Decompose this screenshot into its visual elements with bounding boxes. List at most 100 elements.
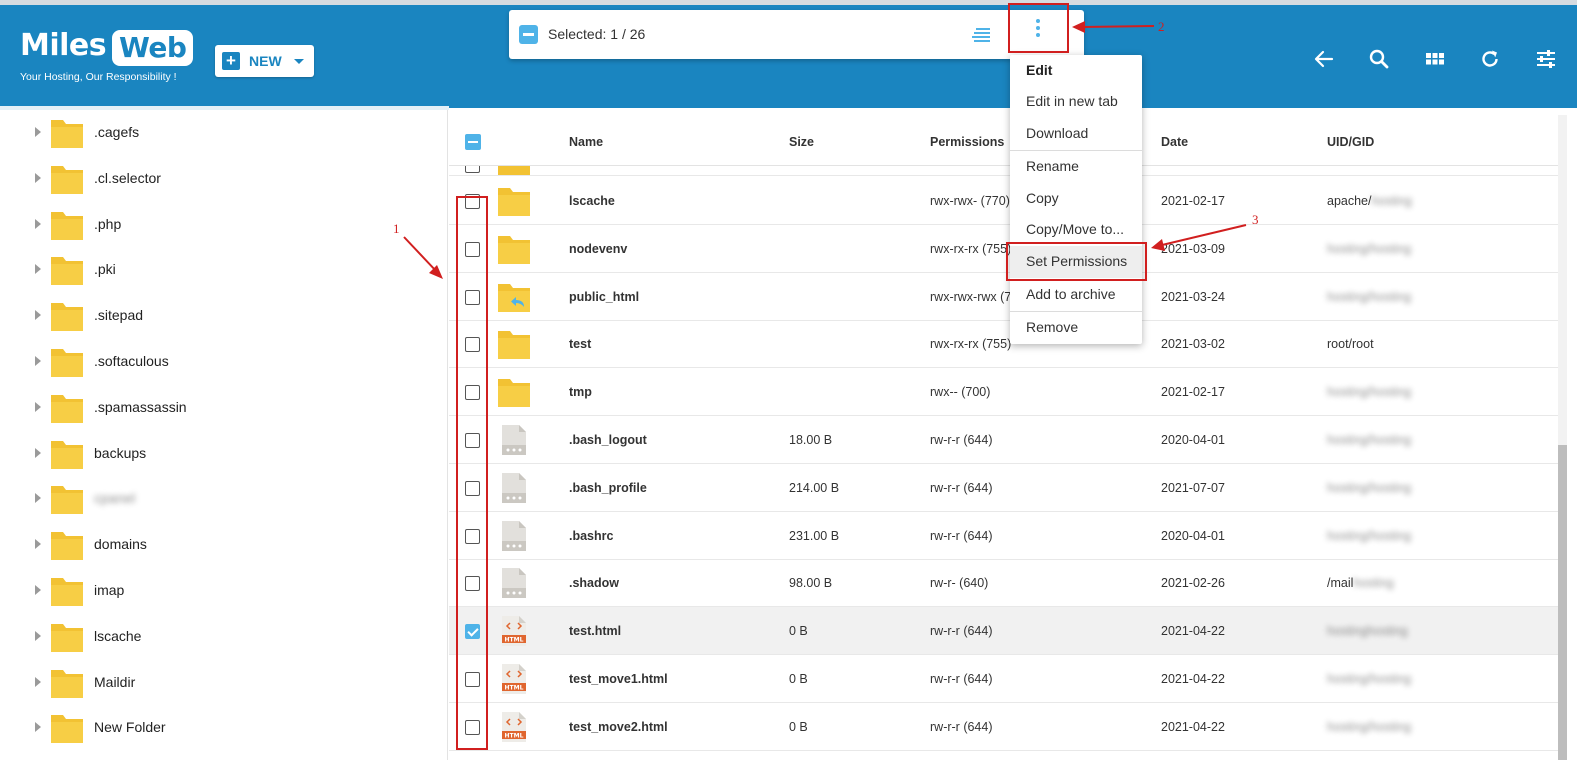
- context-menu: Edit Edit in new tab Download Rename Cop…: [1010, 55, 1142, 344]
- file-date: 2021-02-26: [1161, 576, 1225, 591]
- expand-arrow-icon[interactable]: [35, 172, 41, 183]
- list-scrollbar[interactable]: [1558, 115, 1567, 760]
- tree-folder-label: backups: [94, 444, 147, 461]
- file-permissions: rw-r- (640): [930, 576, 989, 591]
- menu-item-edit[interactable]: Edit: [1010, 55, 1142, 87]
- back-arrow-icon[interactable]: [1312, 47, 1336, 71]
- folder-icon: [51, 165, 83, 194]
- file-date: 2021-07-07: [1161, 480, 1225, 495]
- menu-item-add-to-archive[interactable]: Add to archive: [1010, 279, 1142, 311]
- scrollbar-thumb[interactable]: [1558, 445, 1567, 760]
- file-row[interactable]: tmp rwx-- (700) 2021-02-17 hosting/hosting: [449, 368, 1565, 417]
- file-row[interactable]: HTML test_move1.html 0 B rw-r-r (644) 2021-0…: [449, 655, 1565, 703]
- tree-folder-item[interactable]: domains: [0, 522, 447, 568]
- menu-item-label: Copy/Move to...: [1026, 221, 1125, 237]
- file-row[interactable]: HTML test_move2.html 0 B rw-r-r (644) 2021-0…: [449, 703, 1565, 751]
- expand-arrow-icon[interactable]: [35, 447, 41, 458]
- menu-item-edit-new-tab[interactable]: Edit in new tab: [1010, 86, 1142, 118]
- tree-folder-label: cpanel: [94, 490, 136, 507]
- menu-item-remove[interactable]: Remove: [1010, 312, 1142, 344]
- tree-folder-label: lscache: [94, 627, 142, 644]
- partial-row-above: [449, 166, 1565, 176]
- tree-folder-item[interactable]: cpanel: [0, 476, 447, 522]
- folder-icon: [51, 532, 83, 561]
- deselect-all-checkbox[interactable]: [519, 25, 538, 44]
- app-header: Miles Web Your Hosting, Our Responsibili…: [0, 5, 1577, 108]
- tree-folder-item[interactable]: .php: [0, 202, 447, 248]
- uid-redacted: hosting/hosting: [1327, 719, 1412, 734]
- menu-item-rename[interactable]: Rename: [1010, 151, 1142, 183]
- tree-folder-item[interactable]: .pki: [0, 247, 447, 293]
- expand-arrow-icon[interactable]: [35, 722, 41, 733]
- expand-arrow-icon[interactable]: [35, 676, 41, 687]
- expand-arrow-icon[interactable]: [35, 401, 41, 412]
- plus-icon: +: [222, 52, 240, 70]
- annotation-number-1: 1: [393, 221, 400, 236]
- refresh-icon[interactable]: [1478, 47, 1502, 71]
- column-size[interactable]: Size: [789, 135, 814, 149]
- file-row[interactable]: .bashrc 231.00 B rw-r-r (644) 2020-04-01 hos…: [449, 512, 1565, 560]
- file-row[interactable]: .shadow 98.00 B rw-r- (640) 2021-02-26/mail…: [449, 559, 1565, 608]
- folder-icon: [51, 715, 83, 744]
- file-row[interactable]: test rwx-rx-rx (755) 2021-03-02 root/root: [449, 320, 1565, 369]
- file-size: 0 B: [789, 672, 808, 686]
- folder-icon: [51, 303, 83, 332]
- select-all-checkbox[interactable]: [465, 134, 481, 150]
- tree-folder-label: .php: [94, 215, 122, 232]
- file-uid-gid: hosting/hosting: [1327, 481, 1411, 495]
- tree-folder-item[interactable]: .spamassassin: [0, 385, 447, 431]
- column-uid-gid[interactable]: UID/GID: [1327, 135, 1374, 149]
- file-size: 18.00 B: [789, 433, 833, 447]
- file-list: Name Size Permissions Date UID/GID lscac…: [449, 110, 1565, 760]
- html-file-icon: HTML: [502, 616, 526, 647]
- new-button[interactable]: + NEW: [215, 45, 314, 77]
- file-uid-gid: hosting/hosting: [1327, 720, 1411, 734]
- mileswebs-logo[interactable]: Miles Web Your Hosting, Our Responsibili…: [18, 28, 198, 88]
- file-row[interactable]: .bash_logout 18.00 B rw-r-r (644) 2020-04-0…: [449, 416, 1565, 464]
- svg-text:HTML: HTML: [505, 637, 524, 644]
- expand-arrow-icon[interactable]: [35, 356, 41, 366]
- menu-item-download[interactable]: Download: [1010, 118, 1142, 150]
- column-name[interactable]: Name: [569, 135, 603, 149]
- uid-redacted: hosting/hosting: [1327, 289, 1412, 304]
- file-name: public_html: [569, 289, 640, 304]
- tree-folder-item[interactable]: .cl.selector: [0, 156, 447, 202]
- expand-arrow-icon[interactable]: [35, 539, 41, 550]
- settings-sliders-icon[interactable]: [1534, 47, 1558, 71]
- file-row[interactable]: .bash_profile 214.00 B rw-r-r (644) 2021-07…: [449, 464, 1565, 512]
- uid-redacted: hosting: [1353, 576, 1394, 591]
- sort-icon[interactable]: [972, 28, 990, 42]
- tree-folder-item[interactable]: imap: [0, 568, 447, 614]
- search-icon[interactable]: [1367, 47, 1391, 71]
- file-size: 231.00 B: [789, 528, 840, 543]
- folder-icon: [498, 188, 530, 216]
- column-permissions[interactable]: Permissions: [930, 135, 1004, 149]
- file-row[interactable]: HTML test.html 0 B rw-r-r (644) 2021-04-22 ho…: [449, 607, 1565, 656]
- tree-folder-item[interactable]: Maildir: [0, 660, 447, 706]
- expand-arrow-icon[interactable]: [35, 493, 41, 504]
- file-name: test_move2.html: [569, 719, 668, 734]
- tree-folder-item[interactable]: New Folder: [0, 705, 447, 751]
- tree-folder-item[interactable]: lscache: [0, 614, 447, 660]
- expand-arrow-icon[interactable]: [35, 264, 41, 275]
- tree-folder-item[interactable]: backups: [0, 431, 447, 477]
- expand-arrow-icon[interactable]: [35, 630, 41, 641]
- tree-folder-item[interactable]: .cagefs: [0, 110, 447, 156]
- tree-folder-item[interactable]: .sitepad: [0, 293, 447, 339]
- tree-folder-item[interactable]: .softaculous: [0, 339, 447, 385]
- menu-item-copy[interactable]: Copy: [1010, 183, 1142, 215]
- file-size: 0 B: [789, 624, 808, 639]
- svg-text:HTML: HTML: [505, 685, 524, 692]
- expand-arrow-icon[interactable]: [35, 310, 41, 321]
- expand-arrow-icon[interactable]: [35, 218, 41, 229]
- grid-view-icon[interactable]: [1423, 47, 1447, 71]
- folder-icon: [51, 394, 83, 423]
- menu-item-label: Remove: [1026, 319, 1079, 335]
- file-date: 2021-04-22: [1161, 672, 1225, 686]
- file-date: 2021-03-09: [1161, 241, 1225, 256]
- file-date: 2021-04-22: [1161, 719, 1225, 734]
- expand-arrow-icon[interactable]: [35, 585, 41, 595]
- expand-arrow-icon[interactable]: [35, 127, 41, 137]
- column-date[interactable]: Date: [1161, 135, 1188, 149]
- file-row[interactable]: lscache rwx-rwx- (770) 2021-02-17 apache/ho…: [449, 177, 1565, 225]
